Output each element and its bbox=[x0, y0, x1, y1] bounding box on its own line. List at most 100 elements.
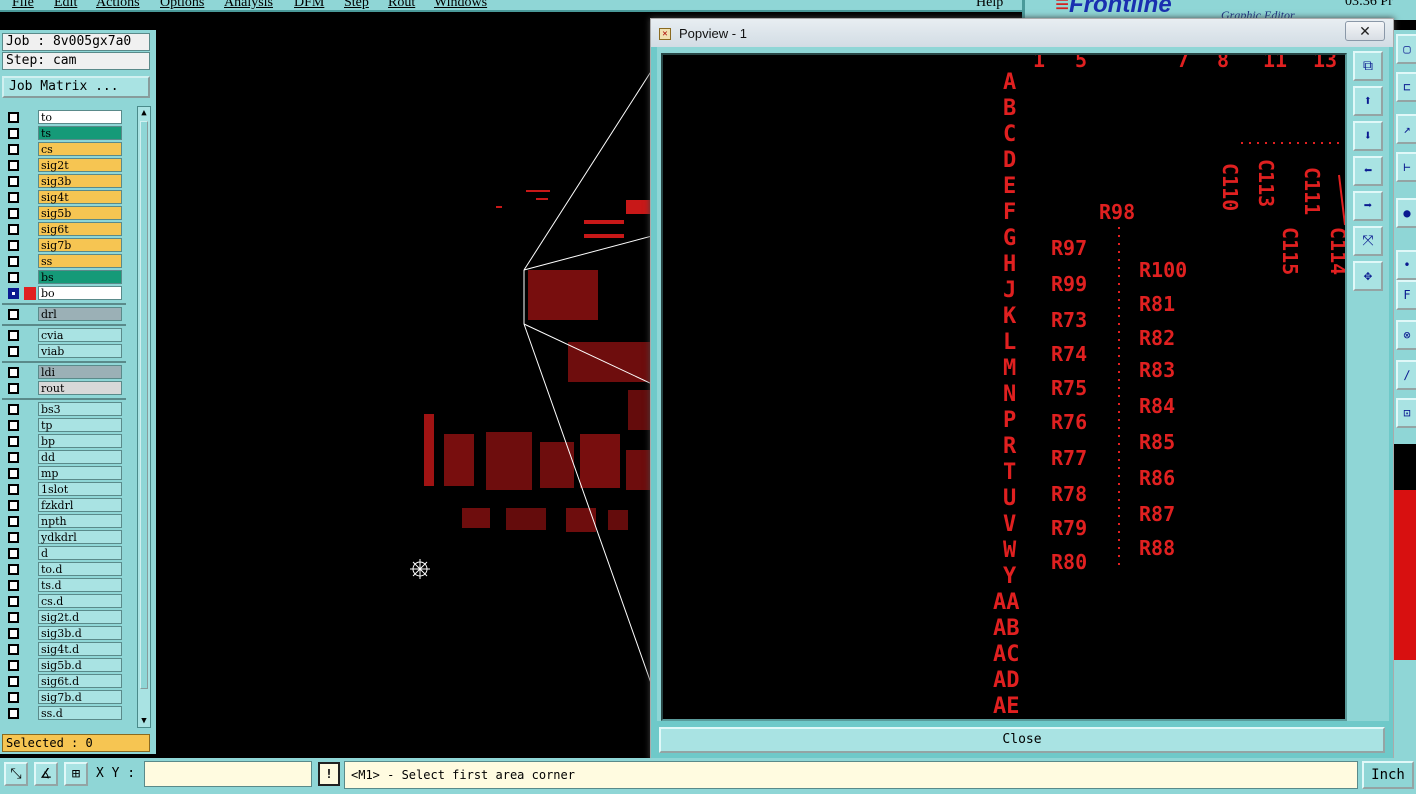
tool-text-icon[interactable]: F bbox=[1396, 280, 1416, 310]
tool-point-icon[interactable]: • bbox=[1396, 250, 1416, 280]
layer-row[interactable]: sig7b bbox=[2, 238, 136, 253]
layer-row[interactable]: sig2t.d bbox=[2, 610, 136, 625]
layer-row[interactable]: d bbox=[2, 546, 136, 561]
layer-checkbox[interactable] bbox=[8, 628, 19, 639]
layer-row[interactable]: dd bbox=[2, 450, 136, 465]
layer-row[interactable]: sig3b.d bbox=[2, 626, 136, 641]
layer-checkbox[interactable] bbox=[8, 500, 19, 511]
layer-row[interactable]: sig4t bbox=[2, 190, 136, 205]
layer-name[interactable]: mp bbox=[38, 466, 122, 480]
layer-checkbox[interactable] bbox=[8, 272, 19, 283]
layer-row[interactable]: sig5b bbox=[2, 206, 136, 221]
layer-checkbox[interactable] bbox=[8, 330, 19, 341]
layer-checkbox[interactable] bbox=[8, 564, 19, 575]
window-close-button[interactable]: ✕ bbox=[1345, 21, 1385, 41]
layer-name[interactable]: ldi bbox=[38, 365, 122, 379]
pan-right-icon[interactable]: ➡ bbox=[1353, 191, 1383, 221]
layer-name[interactable]: 1slot bbox=[38, 482, 122, 496]
layer-row[interactable]: rout bbox=[2, 381, 136, 396]
layer-checkbox[interactable] bbox=[8, 420, 19, 431]
board-view[interactable] bbox=[156, 30, 653, 754]
layer-row[interactable]: bo bbox=[2, 286, 136, 301]
layer-row[interactable]: sig3b bbox=[2, 174, 136, 189]
layer-row[interactable]: tp bbox=[2, 418, 136, 433]
layer-scrollbar[interactable]: ▲ ▼ bbox=[137, 106, 151, 728]
layer-checkbox[interactable] bbox=[8, 128, 19, 139]
pan-left-icon[interactable]: ⬅ bbox=[1353, 156, 1383, 186]
layer-checkbox[interactable] bbox=[8, 224, 19, 235]
layer-row[interactable]: to.d bbox=[2, 562, 136, 577]
menu-actions[interactable]: Actions bbox=[96, 0, 140, 10]
scroll-thumb[interactable] bbox=[140, 121, 148, 689]
layer-checkbox[interactable] bbox=[8, 596, 19, 607]
layer-checkbox[interactable] bbox=[8, 112, 19, 123]
layer-checkbox[interactable] bbox=[8, 256, 19, 267]
zoom-fit-icon[interactable]: ⤧ bbox=[1353, 226, 1383, 256]
layer-checkbox[interactable] bbox=[8, 548, 19, 559]
layer-checkbox[interactable] bbox=[8, 240, 19, 251]
layer-checkbox[interactable] bbox=[8, 208, 19, 219]
layer-name[interactable]: sig5b.d bbox=[38, 658, 122, 672]
layer-name[interactable]: bs bbox=[38, 270, 122, 284]
zoom-area-icon[interactable]: ⤡ bbox=[4, 762, 28, 786]
layer-row[interactable]: fzkdrl bbox=[2, 498, 136, 513]
menu-rout[interactable]: Rout bbox=[388, 0, 415, 10]
zoom-home-icon[interactable]: ✥ bbox=[1353, 261, 1383, 291]
layer-checkbox[interactable] bbox=[8, 580, 19, 591]
layer-row[interactable]: bs3 bbox=[2, 402, 136, 417]
layer-name[interactable]: drl bbox=[38, 307, 122, 321]
layer-row[interactable]: sig2t bbox=[2, 158, 136, 173]
scroll-down-icon[interactable]: ▼ bbox=[138, 715, 150, 727]
layer-checkbox[interactable] bbox=[8, 176, 19, 187]
layer-name[interactable]: bs3 bbox=[38, 402, 122, 416]
menu-step[interactable]: Step bbox=[344, 0, 369, 10]
layer-checkbox[interactable] bbox=[8, 436, 19, 447]
warning-button[interactable]: ! bbox=[318, 762, 340, 786]
layer-name[interactable]: sig5b bbox=[38, 206, 122, 220]
tool-select-icon[interactable]: ▢ bbox=[1396, 34, 1416, 64]
layer-checkbox[interactable] bbox=[8, 309, 19, 320]
layer-checkbox[interactable] bbox=[8, 484, 19, 495]
layer-row[interactable]: ts bbox=[2, 126, 136, 141]
menu-dfm[interactable]: DFM bbox=[294, 0, 324, 10]
layer-name[interactable]: d bbox=[38, 546, 122, 560]
layer-row[interactable]: bs bbox=[2, 270, 136, 285]
tool-route-icon[interactable]: ⊏ bbox=[1396, 72, 1416, 102]
layer-row[interactable]: sig7b.d bbox=[2, 690, 136, 705]
layer-name[interactable]: sig7b.d bbox=[38, 690, 122, 704]
popview-canvas[interactable]: ABCDEFGHJKLMNPRTUVWYAAABACADAEAF 1578111… bbox=[661, 53, 1347, 721]
layer-checkbox[interactable] bbox=[8, 660, 19, 671]
tool-lock-icon[interactable]: ⊗ bbox=[1396, 320, 1416, 350]
layer-checkbox[interactable] bbox=[8, 346, 19, 357]
layer-row[interactable]: ldi bbox=[2, 365, 136, 380]
layer-name[interactable]: viab bbox=[38, 344, 122, 358]
tool-net-icon[interactable]: ⊢ bbox=[1396, 152, 1416, 182]
pan-down-icon[interactable]: ⬇ bbox=[1353, 121, 1383, 151]
layer-row[interactable]: ydkdrl bbox=[2, 530, 136, 545]
layer-checkbox[interactable] bbox=[8, 708, 19, 719]
layer-checkbox[interactable] bbox=[8, 288, 19, 299]
layer-name[interactable]: sig3b.d bbox=[38, 626, 122, 640]
layer-row[interactable]: bp bbox=[2, 434, 136, 449]
layer-name[interactable]: sig2t bbox=[38, 158, 122, 172]
layer-name[interactable]: sig6t.d bbox=[38, 674, 122, 688]
layer-name[interactable]: bo bbox=[38, 286, 122, 300]
layer-checkbox[interactable] bbox=[8, 612, 19, 623]
layer-row[interactable]: mp bbox=[2, 466, 136, 481]
layer-row[interactable]: sig5b.d bbox=[2, 658, 136, 673]
layer-name[interactable]: ss bbox=[38, 254, 122, 268]
layer-name[interactable]: to.d bbox=[38, 562, 122, 576]
layer-checkbox[interactable] bbox=[8, 644, 19, 655]
layer-row[interactable]: 1slot bbox=[2, 482, 136, 497]
layer-name[interactable]: tp bbox=[38, 418, 122, 432]
layer-name[interactable]: sig6t bbox=[38, 222, 122, 236]
close-button[interactable]: Close bbox=[659, 727, 1385, 753]
layer-checkbox[interactable] bbox=[8, 452, 19, 463]
zoom-window-icon[interactable]: ⧉ bbox=[1353, 51, 1383, 81]
job-matrix-button[interactable]: Job Matrix ... bbox=[2, 76, 150, 98]
layer-row[interactable]: cs bbox=[2, 142, 136, 157]
layer-row[interactable]: drl bbox=[2, 307, 136, 322]
layer-checkbox[interactable] bbox=[8, 404, 19, 415]
layer-name[interactable]: ss.d bbox=[38, 706, 122, 720]
layer-checkbox[interactable] bbox=[8, 160, 19, 171]
